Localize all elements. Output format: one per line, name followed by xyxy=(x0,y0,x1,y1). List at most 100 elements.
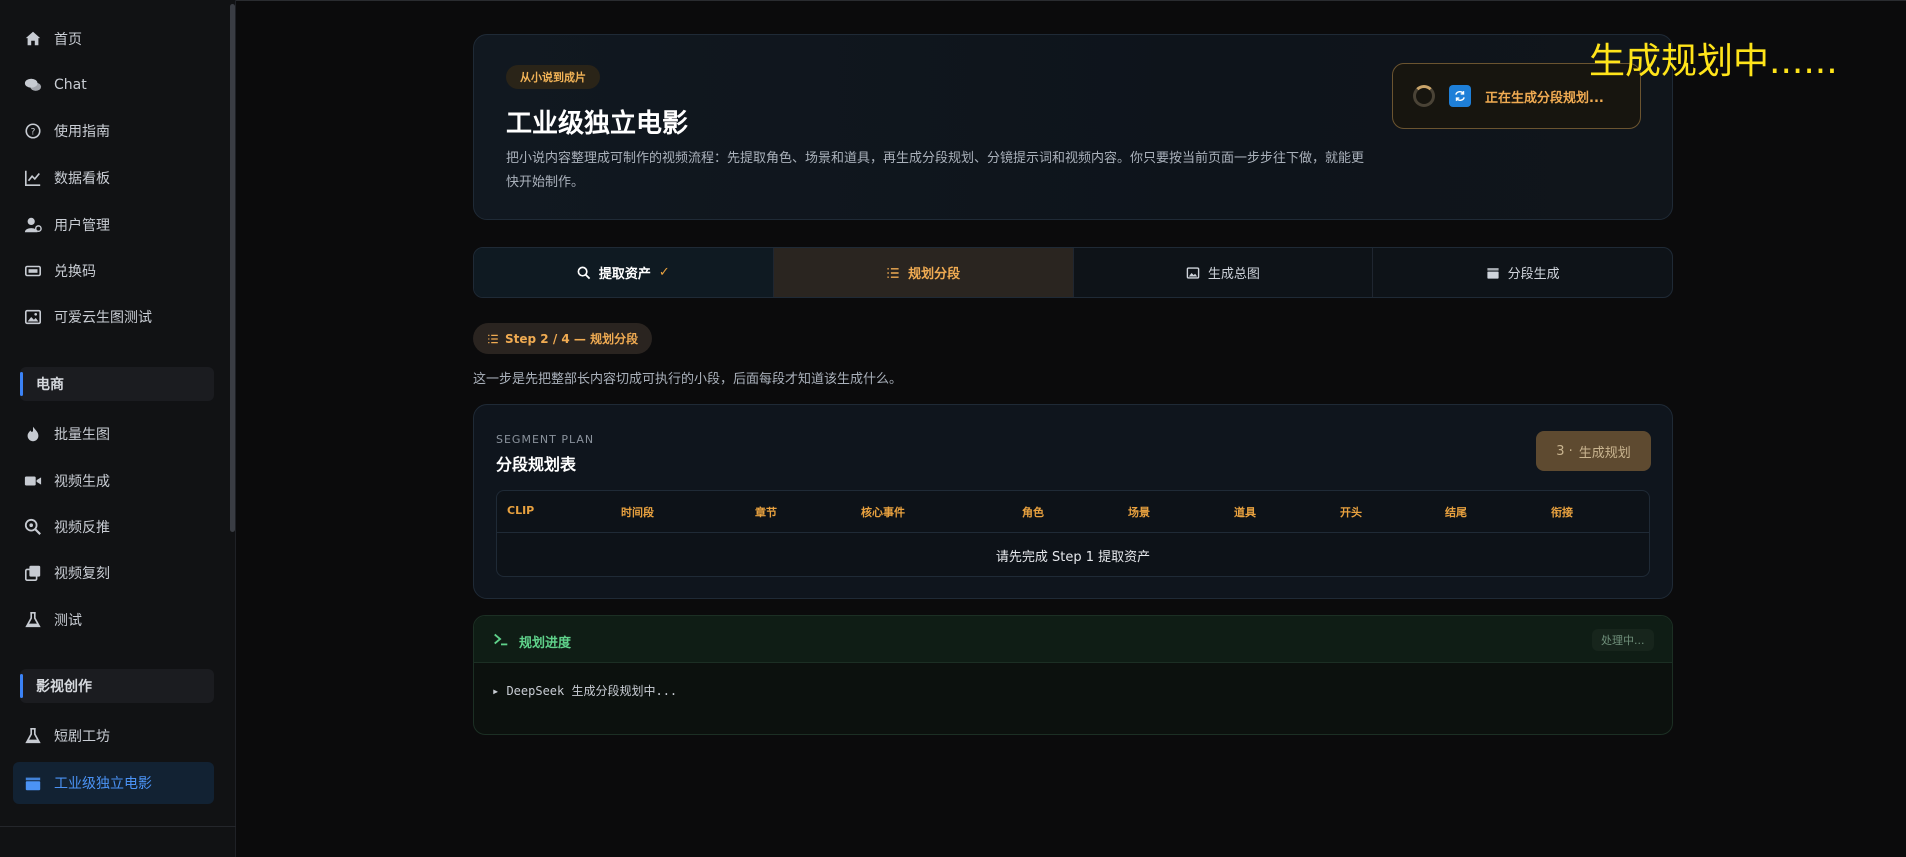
sidebar-item-video-copy[interactable]: 视频复刻 xyxy=(24,560,110,586)
sidebar-item-label: 工业级独立电影 xyxy=(54,776,152,792)
image-icon xyxy=(24,308,42,326)
step-tabs: 提取资产 ✓ 规划分段 生成总图 分段生成 xyxy=(473,247,1673,298)
sidebar-item-dashboard[interactable]: 数据看板 xyxy=(24,165,110,191)
progress-log-line: ▸ DeepSeek 生成分段规划中... xyxy=(492,684,678,698)
sidebar: 首页 Chat ? 使用指南 数据看板 用户管理 兑换码 可爱云生图测试 电商 … xyxy=(0,0,236,857)
step-description: 这一步是先把整部长内容切成可执行的小段，后面每段才知道该生成什么。 xyxy=(473,372,903,387)
hero-tag: 从小说到成片 xyxy=(506,65,600,89)
progress-header: 规划进度 处理中... xyxy=(474,616,1672,663)
tab-extract-assets[interactable]: 提取资产 ✓ xyxy=(474,248,774,297)
tab-label: 规划分段 xyxy=(908,267,961,282)
sidebar-item-video-reverse[interactable]: 视频反推 xyxy=(24,514,110,540)
step-pill-label: Step 2 / 4 — 规划分段 xyxy=(505,332,639,346)
image-icon xyxy=(1186,266,1200,279)
sidebar-item-label: 兑换码 xyxy=(54,264,96,280)
refresh-icon xyxy=(1449,85,1471,107)
list-icon xyxy=(887,267,899,278)
tab-segment-generate[interactable]: 分段生成 xyxy=(1373,248,1672,297)
flask-icon xyxy=(24,727,42,745)
search-zoom-icon xyxy=(24,518,42,536)
spinner-icon xyxy=(1413,85,1435,107)
video-icon xyxy=(24,472,42,490)
clapper-icon xyxy=(1487,267,1499,279)
progress-status-badge: 处理中... xyxy=(1592,629,1654,651)
plan-eyebrow: SEGMENT PLAN xyxy=(496,433,595,446)
status-text: 正在生成分段规划... xyxy=(1485,90,1604,106)
sidebar-item-label: 视频反推 xyxy=(54,520,110,536)
sidebar-item-label: 数据看板 xyxy=(54,171,110,187)
chat-icon xyxy=(24,76,42,94)
column-header: 章节 xyxy=(755,506,777,519)
plan-title: 分段规划表 xyxy=(496,455,577,474)
segment-table: CLIP 时间段 章节 核心事件 角色 场景 道具 开头 结尾 衔接 请先完成 … xyxy=(496,490,1650,577)
sidebar-item-label: 用户管理 xyxy=(54,218,110,234)
flask-icon xyxy=(24,611,42,629)
step-pill: Step 2 / 4 — 规划分段 xyxy=(473,323,653,354)
sidebar-item-chat[interactable]: Chat xyxy=(24,72,87,98)
column-header: 角色 xyxy=(1022,506,1044,519)
column-header: 道具 xyxy=(1234,506,1256,519)
generate-plan-label: 生成规划 xyxy=(1578,445,1631,461)
page-title: 工业级独立电影 xyxy=(506,109,689,139)
generate-plan-step: 3 · xyxy=(1556,443,1573,459)
sidebar-item-batch-image[interactable]: 批量生图 xyxy=(24,421,110,447)
hero-card: 从小说到成片 工业级独立电影 把小说内容整理成可制作的视频流程：先提取角色、场景… xyxy=(473,34,1673,220)
sidebar-item-label: 使用指南 xyxy=(54,124,110,140)
sidebar-item-label: 批量生图 xyxy=(54,427,110,443)
column-header: 核心事件 xyxy=(861,506,905,519)
sidebar-section-ecommerce: 电商 xyxy=(20,367,214,401)
terminal-icon xyxy=(492,630,510,652)
sidebar-item-video-gen[interactable]: 视频生成 xyxy=(24,468,110,494)
check-icon: ✓ xyxy=(658,265,670,280)
sidebar-item-label: 短剧工坊 xyxy=(54,729,110,745)
sidebar-item-label: 首页 xyxy=(54,32,82,48)
fire-icon xyxy=(24,425,42,443)
column-header: CLIP xyxy=(507,504,535,517)
svg-text:?: ? xyxy=(31,128,36,138)
ticket-icon xyxy=(24,262,42,280)
sidebar-item-short-drama[interactable]: 短剧工坊 xyxy=(24,723,110,749)
help-icon: ? xyxy=(24,122,42,140)
sidebar-item-label: Chat xyxy=(54,77,87,93)
sidebar-item-label: 可爱云生图测试 xyxy=(54,310,152,326)
copy-icon xyxy=(24,564,42,582)
tab-plan-segments[interactable]: 规划分段 xyxy=(773,248,1074,297)
tab-label: 生成总图 xyxy=(1207,267,1260,282)
sidebar-item-test[interactable]: 测试 xyxy=(24,607,82,633)
sidebar-scrollbar[interactable] xyxy=(230,4,235,532)
sidebar-item-label: 视频复刻 xyxy=(54,566,110,582)
home-icon xyxy=(24,30,42,48)
sidebar-item-label: 测试 xyxy=(54,613,82,629)
column-header: 时间段 xyxy=(621,506,654,519)
generate-plan-button[interactable]: 3 · 生成规划 xyxy=(1536,431,1651,471)
table-header: CLIP 时间段 章节 核心事件 角色 场景 道具 开头 结尾 衔接 xyxy=(497,491,1649,533)
tab-generate-overview[interactable]: 生成总图 xyxy=(1074,248,1374,297)
chart-icon xyxy=(24,169,42,187)
sidebar-item-home[interactable]: 首页 xyxy=(24,26,82,52)
column-header: 衔接 xyxy=(1551,506,1573,519)
list-icon xyxy=(488,334,498,343)
sidebar-divider xyxy=(0,826,236,827)
sidebar-item-guide[interactable]: ? 使用指南 xyxy=(24,118,110,144)
progress-title: 规划进度 xyxy=(519,636,572,651)
tab-label: 提取资产 xyxy=(598,267,651,282)
user-gear-icon xyxy=(24,216,42,234)
column-header: 结尾 xyxy=(1445,506,1467,519)
sidebar-item-label: 视频生成 xyxy=(54,474,110,490)
overlay-caption: 生成规划中...... xyxy=(1589,41,1838,82)
tab-label: 分段生成 xyxy=(1507,267,1560,282)
sidebar-item-users[interactable]: 用户管理 xyxy=(24,212,110,238)
progress-panel: 规划进度 处理中... ▸ DeepSeek 生成分段规划中... xyxy=(473,615,1673,735)
sidebar-item-image-test[interactable]: 可爱云生图测试 xyxy=(24,304,152,330)
search-icon xyxy=(577,266,591,279)
sidebar-item-indie-film[interactable]: 工业级独立电影 xyxy=(24,770,152,796)
clapper-icon xyxy=(24,774,42,792)
segment-plan-card: SEGMENT PLAN 分段规划表 3 · 生成规划 CLIP 时间段 章节 … xyxy=(473,404,1673,599)
sidebar-item-redeem[interactable]: 兑换码 xyxy=(24,258,96,284)
top-divider xyxy=(236,0,1906,1)
table-empty-state: 请先完成 Step 1 提取资产 xyxy=(995,549,1151,565)
column-header: 场景 xyxy=(1128,506,1150,519)
column-header: 开头 xyxy=(1340,506,1362,519)
sidebar-section-film: 影视创作 xyxy=(20,669,214,703)
hero-description: 把小说内容整理成可制作的视频流程：先提取角色、场景和道具，再生成分段规划、分镜提… xyxy=(506,151,1365,190)
